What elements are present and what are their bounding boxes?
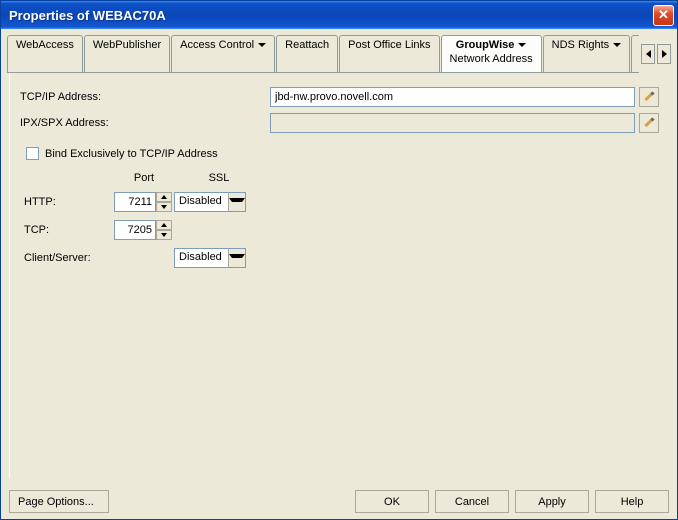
tcp-label: TCP: xyxy=(24,224,114,236)
tab-nds-rights[interactable]: NDS Rights xyxy=(543,35,630,72)
http-port-spinner[interactable] xyxy=(114,192,174,212)
http-label: HTTP: xyxy=(24,196,114,208)
pencil-icon xyxy=(643,91,655,103)
dialog-footer: Page Options... OK Cancel Apply Help xyxy=(1,484,677,519)
chevron-down-icon xyxy=(229,254,245,262)
combo-button[interactable] xyxy=(228,193,245,211)
apply-button[interactable]: Apply xyxy=(515,490,589,513)
tab-panel-network-address: TCP/IP Address: jbd-nw.provo.novell.com … xyxy=(9,73,669,478)
bind-exclusive-label: Bind Exclusively to TCP/IP Address xyxy=(45,148,218,160)
spin-up-button[interactable] xyxy=(156,192,172,202)
cancel-button[interactable]: Cancel xyxy=(435,490,509,513)
tab-groupwise[interactable]: GroupWise Network Address xyxy=(441,35,542,73)
spin-down-button[interactable] xyxy=(156,230,172,240)
ipxspx-address-field[interactable] xyxy=(270,113,635,133)
tcpip-edit-button[interactable] xyxy=(639,87,659,107)
properties-window: Properties of WEBAC70A ✕ WebAccess WebPu… xyxy=(0,0,678,520)
tabbar: WebAccess WebPublisher Access Control Re… xyxy=(7,35,639,73)
window-title: Properties of WEBAC70A xyxy=(9,8,166,23)
chevron-down-icon xyxy=(229,198,245,206)
chevron-down-icon xyxy=(258,43,266,47)
close-button[interactable]: ✕ xyxy=(653,5,674,26)
ok-button[interactable]: OK xyxy=(355,490,429,513)
tab-strip: WebAccess WebPublisher Access Control Re… xyxy=(1,29,677,73)
ssl-header: SSL xyxy=(174,172,264,184)
chevron-down-icon xyxy=(613,43,621,47)
tab-post-office-links[interactable]: Post Office Links xyxy=(339,35,439,72)
tcp-port-spinner[interactable] xyxy=(114,220,174,240)
triangle-left-icon xyxy=(646,50,651,58)
triangle-up-icon xyxy=(161,195,167,199)
ipxspx-address-label: IPX/SPX Address: xyxy=(20,117,270,129)
http-port-input[interactable] xyxy=(114,192,156,212)
tab-scroll-left[interactable] xyxy=(641,44,655,64)
chevron-down-icon xyxy=(518,43,526,47)
tcpip-address-label: TCP/IP Address: xyxy=(20,91,270,103)
combo-button[interactable] xyxy=(228,249,245,267)
close-icon: ✕ xyxy=(658,7,669,23)
pencil-icon xyxy=(643,117,655,129)
triangle-right-icon xyxy=(662,50,667,58)
tab-groupwise-subpage: Network Address xyxy=(450,53,533,65)
tab-scroll-nav xyxy=(641,44,671,64)
tab-overflow[interactable]: O xyxy=(631,35,639,72)
spin-up-button[interactable] xyxy=(156,220,172,230)
tab-access-control[interactable]: Access Control xyxy=(171,35,275,72)
triangle-down-icon xyxy=(161,233,167,237)
port-header: Port xyxy=(114,172,174,184)
tab-reattach[interactable]: Reattach xyxy=(276,35,338,72)
triangle-up-icon xyxy=(161,223,167,227)
titlebar: Properties of WEBAC70A ✕ xyxy=(1,1,677,29)
client-server-ssl-combo[interactable]: Disabled xyxy=(174,248,246,268)
tab-webpublisher[interactable]: WebPublisher xyxy=(84,35,170,72)
bind-exclusive-checkbox[interactable] xyxy=(26,147,39,160)
client-server-label: Client/Server: xyxy=(24,252,114,264)
spin-down-button[interactable] xyxy=(156,202,172,212)
ipxspx-edit-button[interactable] xyxy=(639,113,659,133)
tab-webaccess[interactable]: WebAccess xyxy=(7,35,83,72)
http-ssl-combo[interactable]: Disabled xyxy=(174,192,246,212)
tcpip-address-field[interactable]: jbd-nw.provo.novell.com xyxy=(270,87,635,107)
triangle-down-icon xyxy=(161,205,167,209)
tcp-port-input[interactable] xyxy=(114,220,156,240)
help-button[interactable]: Help xyxy=(595,490,669,513)
tab-scroll-right[interactable] xyxy=(657,44,671,64)
port-ssl-grid: Port SSL HTTP: Disabled TCP: xyxy=(24,172,659,268)
page-options-button[interactable]: Page Options... xyxy=(9,490,109,513)
